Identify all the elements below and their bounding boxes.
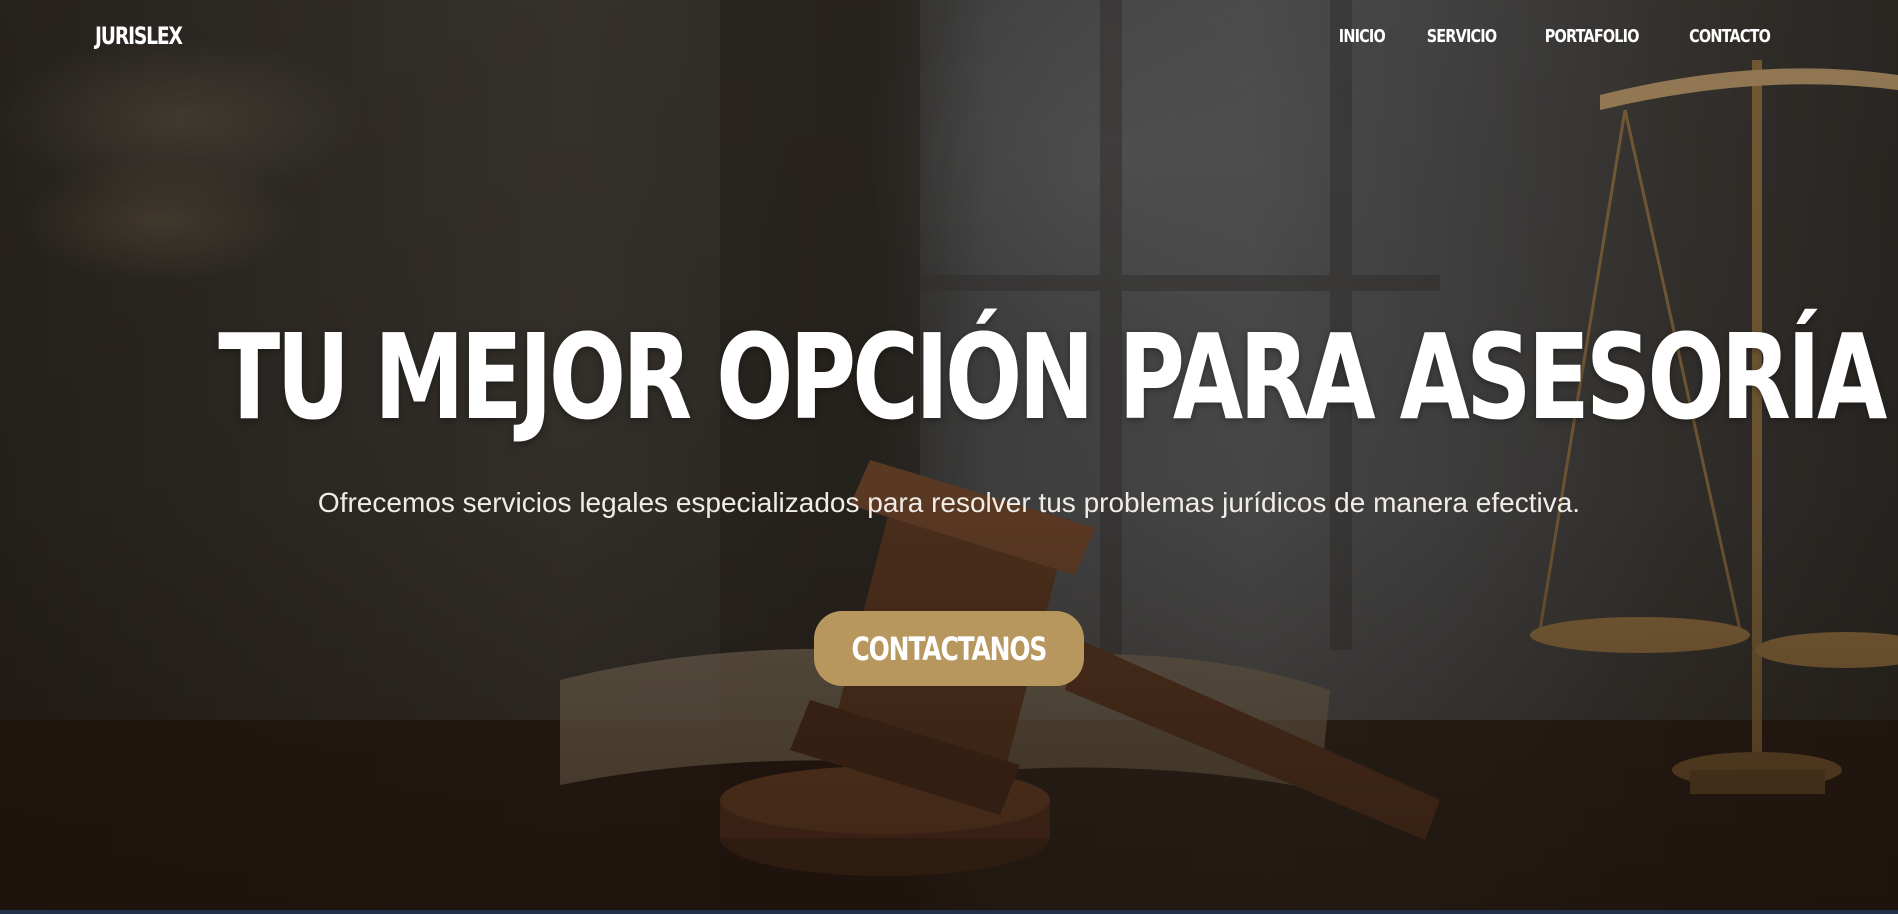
nav-link-contacto[interactable]: CONTACTO [1689,26,1771,47]
nav-link-inicio[interactable]: INICIO [1339,26,1386,47]
bottom-rule [0,910,1898,914]
hero-overlay [0,0,1898,914]
nav-link-portafolio[interactable]: PORTAFOLIO [1545,26,1640,47]
top-navbar: JURISLEX INICIO SERVICIO PORTAFOLIO CONT… [0,0,1898,78]
contact-cta-button[interactable]: CONTACTANOS [814,611,1084,686]
hero-title: TU MEJOR OPCIÓN PARA ASESORÍA LEGAL [218,308,1898,446]
contact-cta-label: CONTACTANOS [851,629,1048,668]
hero-section: JURISLEX INICIO SERVICIO PORTAFOLIO CONT… [0,0,1898,914]
hero-subtitle: Ofrecemos servicios legales especializad… [317,487,1581,518]
brand-logo[interactable]: JURISLEX [95,22,183,50]
nav-link-servicio[interactable]: SERVICIO [1427,26,1497,47]
nav-links: INICIO SERVICIO PORTAFOLIO CONTACTO [1333,26,1780,47]
